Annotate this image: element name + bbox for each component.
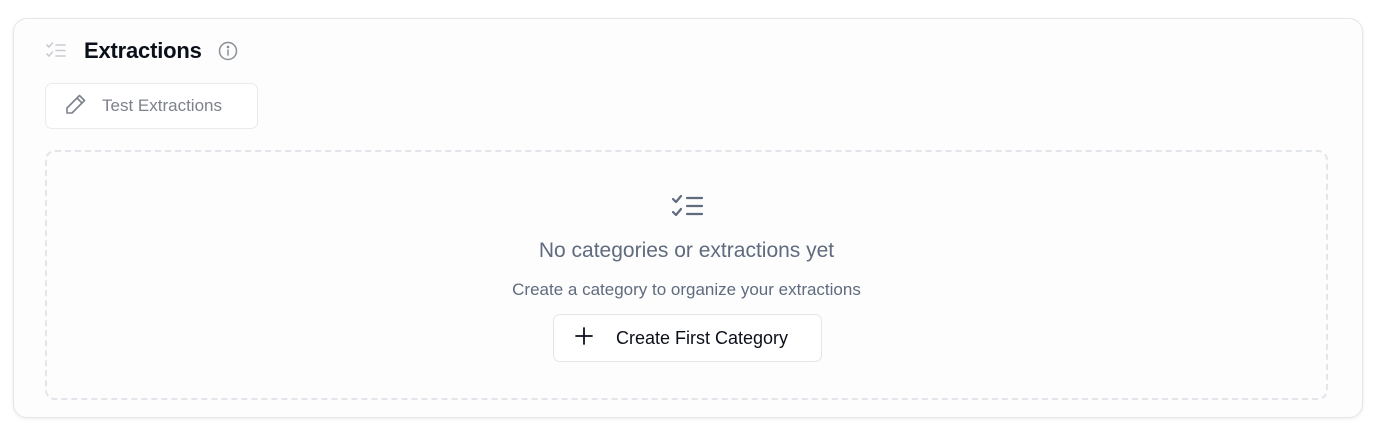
extractions-card: Extractions Test Extractions No categori… [13,18,1363,418]
create-first-category-label: Create First Category [616,327,789,348]
empty-state-title: No categories or extractions yet [538,239,835,262]
list-check-icon [671,192,705,222]
create-first-category-button[interactable]: Create First Category [553,314,822,362]
empty-state-subtitle: Create a category to organize your extra… [512,280,861,299]
plus-icon [574,326,594,351]
list-check-icon [45,40,67,62]
section-header: Extractions [45,37,238,65]
info-icon[interactable] [218,41,238,61]
test-extractions-button[interactable]: Test Extractions [45,83,258,129]
section-title: Extractions [84,38,202,63]
test-extractions-label: Test Extractions [102,96,222,115]
empty-state: No categories or extractions yet Create … [45,150,1328,400]
pencil-icon [64,92,88,121]
